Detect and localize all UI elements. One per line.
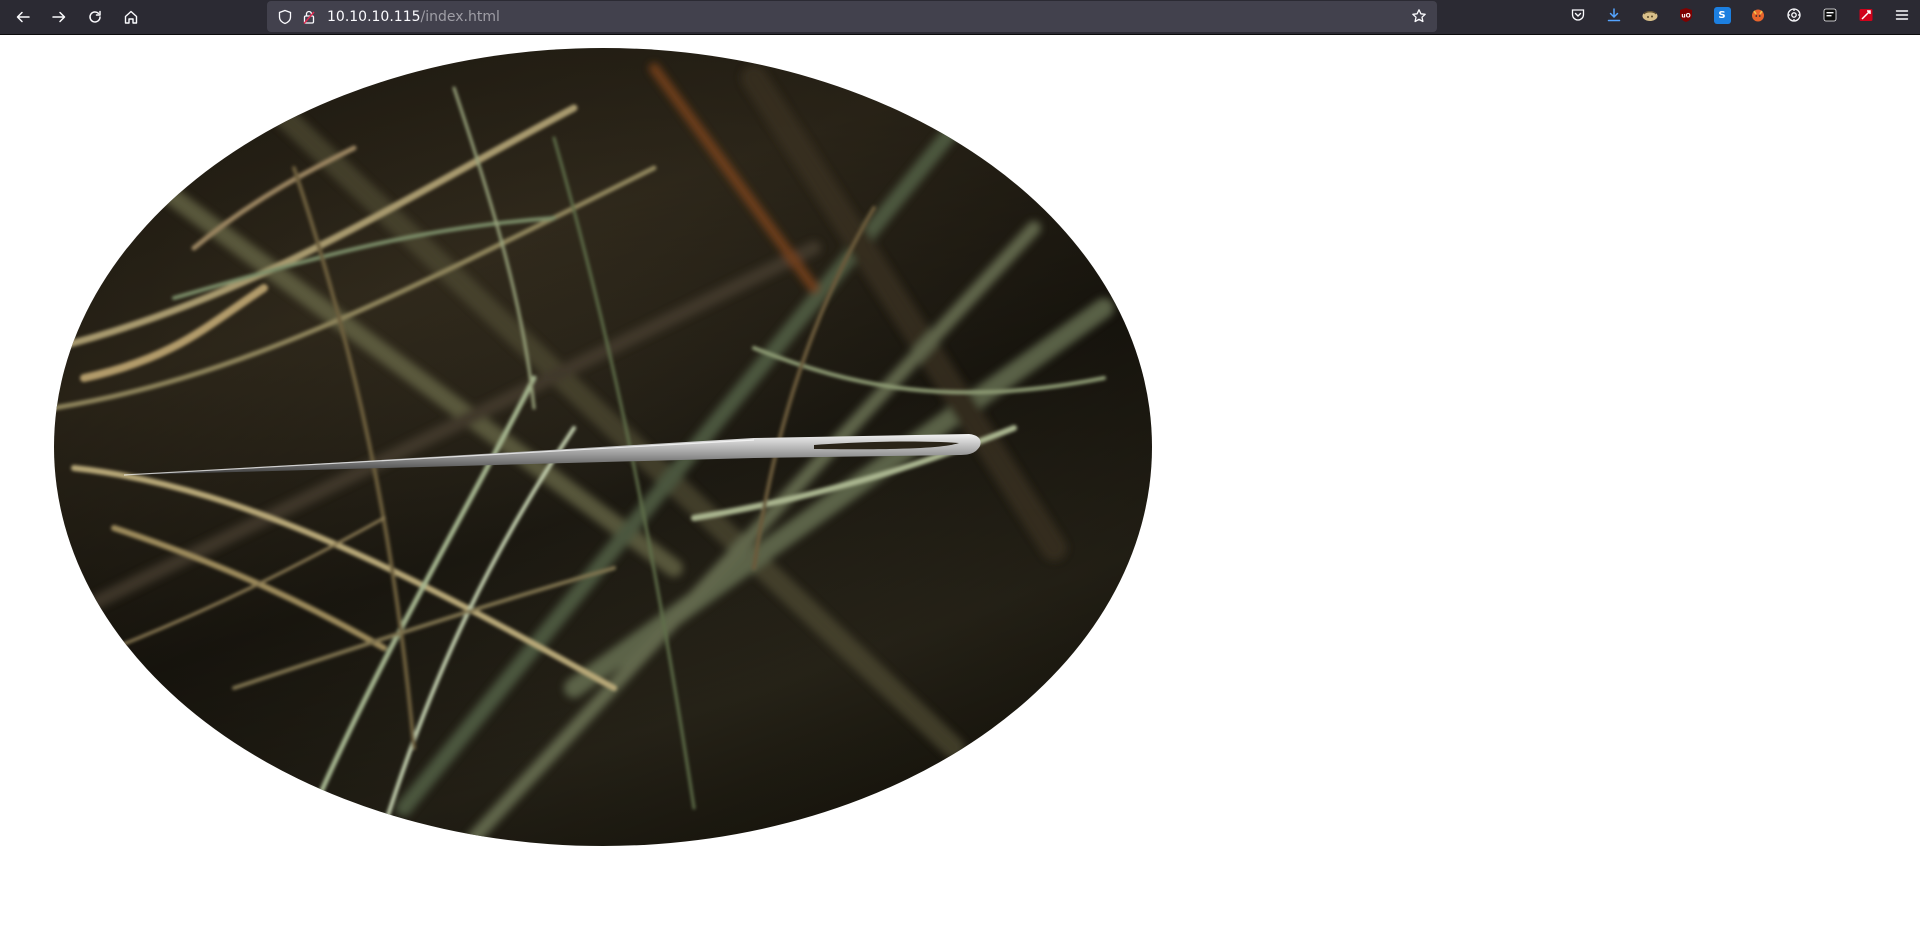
star-icon[interactable] xyxy=(1407,4,1431,28)
cookie-extension-icon[interactable] xyxy=(1632,0,1668,30)
navigation-buttons xyxy=(0,2,149,32)
lock-icon[interactable] xyxy=(297,5,321,29)
downloads-icon[interactable] xyxy=(1596,0,1632,30)
dark-extension-icon[interactable] xyxy=(1812,0,1848,30)
haystack-illustration xyxy=(54,63,1114,845)
needle-haystack-image xyxy=(54,48,1152,846)
s-extension-icon[interactable]: S xyxy=(1704,0,1740,30)
back-icon[interactable] xyxy=(5,2,41,32)
url-path: /index.html xyxy=(420,8,500,25)
reload-icon[interactable] xyxy=(77,2,113,32)
ublock-origin-icon[interactable]: uO xyxy=(1668,0,1704,30)
extensions-toolbar: uO S xyxy=(1560,0,1920,30)
menu-icon[interactable] xyxy=(1884,0,1920,30)
page-content xyxy=(0,36,1920,951)
url-text[interactable]: 10.10.10.115/index.html xyxy=(327,9,500,25)
browser-toolbar: 10.10.10.115/index.html uO S xyxy=(0,0,1920,35)
red-extension-icon[interactable] xyxy=(1848,0,1884,30)
svg-text:uO: uO xyxy=(1681,13,1690,20)
url-bar[interactable]: 10.10.10.115/index.html xyxy=(267,1,1437,32)
foxy-extension-icon[interactable] xyxy=(1740,0,1776,30)
shield-icon[interactable] xyxy=(273,5,297,29)
home-icon[interactable] xyxy=(113,2,149,32)
pocket-icon[interactable] xyxy=(1560,0,1596,30)
gear-extension-icon[interactable] xyxy=(1776,0,1812,30)
url-host: 10.10.10.115 xyxy=(327,8,421,25)
forward-icon[interactable] xyxy=(41,2,77,32)
